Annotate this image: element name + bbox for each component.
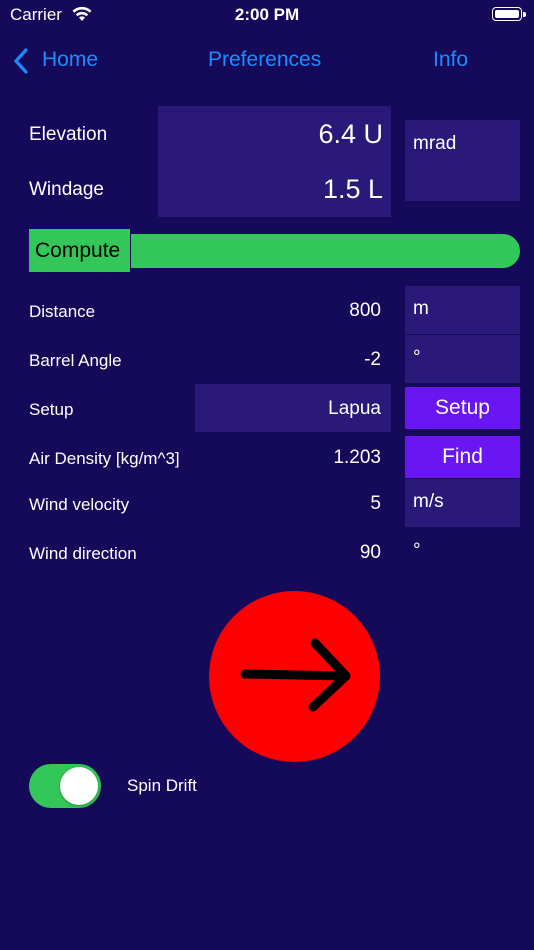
distance-input[interactable]: 800	[349, 300, 381, 322]
barrel-angle-input[interactable]: -2	[364, 349, 381, 371]
air-density-label: Air Density [kg/m^3]	[29, 449, 180, 468]
wind-direction-unit: °	[413, 540, 421, 561]
preferences-button[interactable]: Preferences	[208, 48, 321, 72]
compute-button[interactable]: Compute	[29, 229, 130, 272]
windage-value: 1.5 L	[322, 174, 383, 204]
barrel-angle-unit-selector[interactable]: °	[405, 335, 520, 383]
chevron-left-icon[interactable]	[12, 48, 30, 74]
wind-velocity-unit-selector[interactable]: m/s	[405, 479, 520, 527]
wind-direction-label: Wind direction	[29, 544, 137, 563]
back-home-button[interactable]: Home	[42, 48, 98, 72]
battery-icon	[492, 7, 526, 21]
spin-drift-toggle[interactable]	[29, 764, 101, 808]
status-time: 2:00 PM	[234, 5, 300, 24]
find-button[interactable]: Find	[405, 436, 520, 478]
distance-unit-selector[interactable]: m	[405, 286, 520, 334]
elevation-label: Elevation	[29, 124, 108, 145]
result-unit-selector[interactable]: mrad	[405, 120, 520, 201]
arrow-right-icon	[240, 638, 351, 712]
barrel-angle-label: Barrel Angle	[29, 351, 122, 370]
compute-progress-bar	[131, 234, 520, 268]
setup-label: Setup	[29, 400, 74, 419]
wind-direction-input[interactable]: 90	[360, 542, 381, 564]
info-button[interactable]: Info	[433, 48, 468, 72]
setup-button[interactable]: Setup	[405, 387, 520, 429]
spin-drift-label: Spin Drift	[127, 776, 197, 795]
setup-value: Lapua	[328, 398, 381, 419]
windage-label: Windage	[29, 179, 104, 200]
wind-velocity-label: Wind velocity	[29, 495, 130, 514]
elevation-value: 6.4 U	[318, 119, 383, 149]
distance-label: Distance	[29, 302, 96, 321]
air-density-input[interactable]: 1.203	[333, 447, 381, 469]
wind-velocity-input[interactable]: 5	[370, 493, 381, 515]
